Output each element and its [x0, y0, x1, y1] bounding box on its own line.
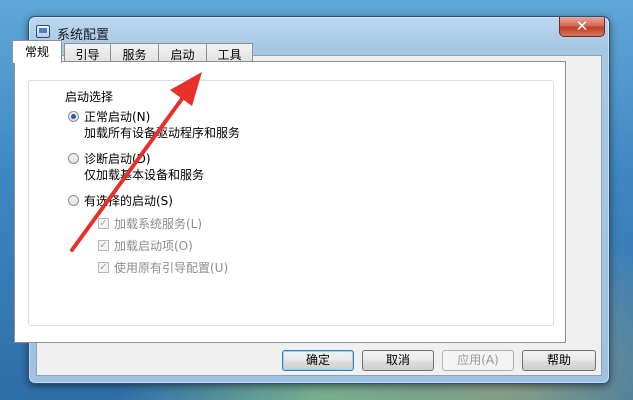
- selective-startup-radio[interactable]: [68, 195, 79, 206]
- diagnostic-startup-radio[interactable]: [68, 153, 79, 164]
- tab-startup[interactable]: 启动: [158, 43, 207, 62]
- tab-tools[interactable]: 工具: [206, 43, 253, 62]
- msconfig-app-icon: [36, 25, 50, 38]
- diagnostic-startup-description: 仅加载基本设备和服务: [84, 168, 205, 182]
- ok-button[interactable]: 确定: [282, 350, 354, 371]
- load-system-services-label: 加载系统服务(L): [114, 217, 203, 231]
- close-button[interactable]: ✕: [559, 17, 605, 37]
- selective-startup-label[interactable]: 有选择的启动(S): [84, 192, 173, 209]
- normal-startup-description: 加载所有设备驱动程序和服务: [84, 126, 241, 140]
- window-title: 系统配置: [57, 28, 110, 43]
- normal-startup-radio[interactable]: [68, 111, 79, 122]
- cancel-button[interactable]: 取消: [362, 350, 434, 371]
- diagnostic-startup-label[interactable]: 诊断启动(D): [84, 150, 151, 167]
- tab-services[interactable]: 服务: [110, 43, 159, 62]
- normal-startup-label[interactable]: 正常启动(N): [84, 108, 150, 125]
- use-original-boot-config-label: 使用原有引导配置(U): [114, 261, 229, 275]
- help-button[interactable]: 帮助: [522, 350, 596, 371]
- tab-general[interactable]: 常规: [12, 40, 62, 63]
- load-startup-items-label: 加载启动项(O): [114, 239, 193, 253]
- tab-boot[interactable]: 引导: [64, 43, 111, 62]
- load-startup-items-checkbox[interactable]: ✓: [98, 240, 109, 251]
- apply-button[interactable]: 应用(A): [442, 350, 514, 371]
- load-system-services-checkbox[interactable]: ✓: [98, 218, 109, 229]
- use-original-boot-config-checkbox[interactable]: ✓: [98, 262, 109, 273]
- startup-selection-label: 启动选择: [62, 88, 117, 105]
